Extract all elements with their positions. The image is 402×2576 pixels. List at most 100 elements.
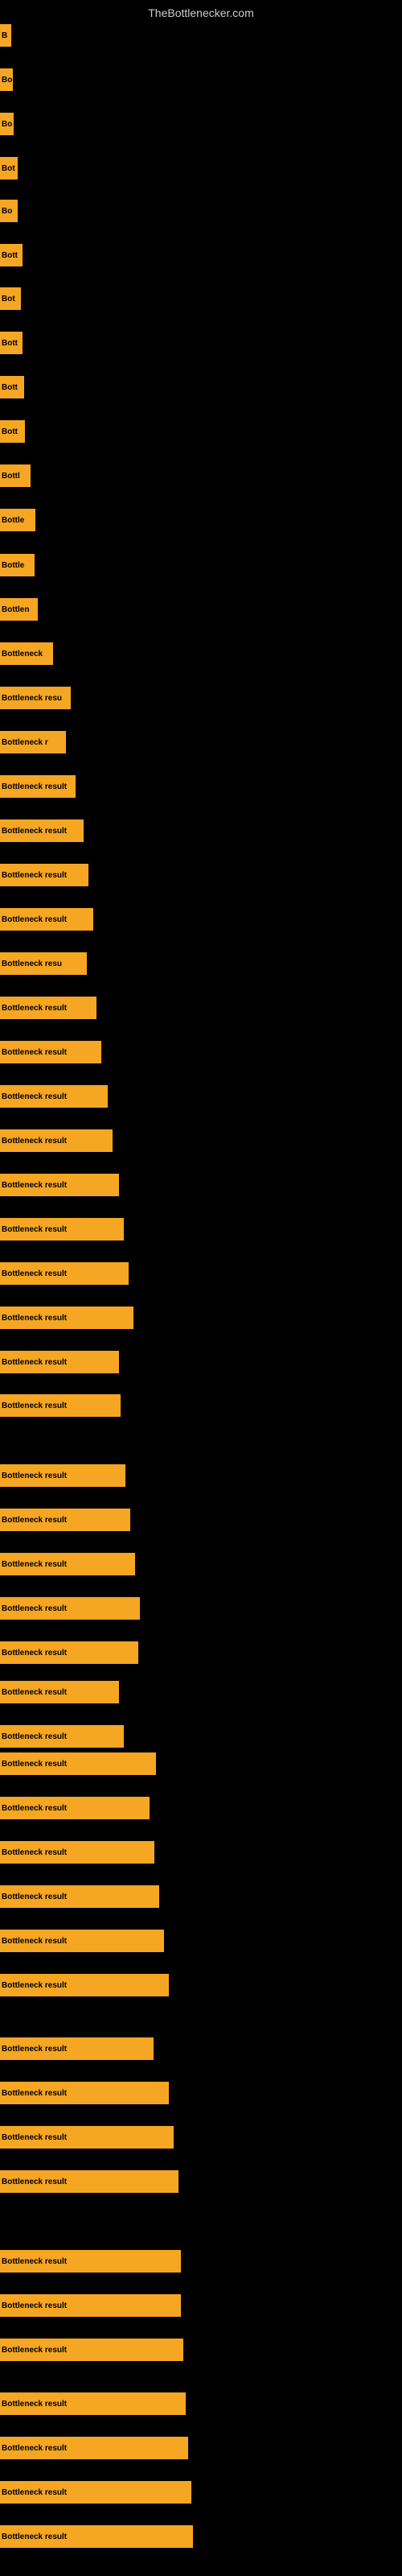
bar-item: Bottleneck result [0, 1509, 130, 1531]
bar-label: Bottleneck result [2, 2301, 67, 2310]
bar-item: Bott [0, 420, 25, 443]
bar-label: Bottleneck result [2, 1004, 67, 1013]
bar-label: Bo [2, 120, 12, 129]
bar-item: Bottleneck result [0, 1394, 121, 1417]
bar-item: Bottl [0, 464, 31, 487]
bar-item: Bottle [0, 554, 35, 576]
bar-label: Bottleneck result [2, 2089, 67, 2098]
bar-item: Bottleneck result [0, 1464, 125, 1487]
bar-item: Bot [0, 287, 21, 310]
bar-item: Bottleneck result [0, 1041, 101, 1063]
bar-label: Bottleneck result [2, 1649, 67, 1657]
bar-label: Bottleneck result [2, 2444, 67, 2453]
bar-label: Bottleneck [2, 650, 43, 658]
bar-item: Bottleneck result [0, 775, 76, 798]
bar-item: Bo [0, 68, 13, 91]
bar-item: Bott [0, 376, 24, 398]
bar-item: Bottleneck result [0, 1085, 108, 1108]
bar-label: Bott [2, 427, 18, 436]
bar-item: Bottleneck result [0, 1641, 138, 1664]
bar-label: Bottleneck result [2, 1893, 67, 1901]
bar-label: Bottleneck result [2, 1848, 67, 1857]
bar-item: Bott [0, 244, 23, 266]
bar-label: Bottleneck result [2, 1516, 67, 1525]
bar-label: Bottleneck resu [2, 960, 62, 968]
bar-item: Bott [0, 332, 23, 354]
bar-label: Bottleneck result [2, 915, 67, 924]
bar-label: Bottleneck result [2, 2488, 67, 2497]
bar-label: Bottleneck result [2, 782, 67, 791]
bar-item: Bottleneck result [0, 1597, 140, 1620]
bar-label: Bottleneck result [2, 1472, 67, 1480]
bar-item: Bottleneck result [0, 1262, 129, 1285]
bar-item: Bottleneck result [0, 1725, 124, 1748]
bar-item: Bottleneck result [0, 908, 93, 931]
bar-item: Bottleneck resu [0, 687, 71, 709]
bar-item: Bottleneck result [0, 2037, 154, 2060]
bar-item: Bottleneck result [0, 2126, 174, 2149]
bar-label: Bottleneck result [2, 2178, 67, 2186]
bar-label: Bottleneck result [2, 827, 67, 836]
bar-label: Bottleneck result [2, 1560, 67, 1569]
bar-label: B [2, 31, 7, 40]
bar-label: Bottl [2, 472, 20, 481]
bar-label: Bottleneck result [2, 1402, 67, 1410]
bar-label: Bott [2, 383, 18, 392]
bar-item: Bottleneck result [0, 1930, 164, 1952]
bar-item: Bottleneck result [0, 1553, 135, 1575]
bar-label: Bottleneck result [2, 1137, 67, 1146]
bar-label: Bottleneck result [2, 1225, 67, 1234]
bar-item: Bottleneck result [0, 2392, 186, 2415]
bar-item: Bottleneck r [0, 731, 66, 753]
bar-item: Bottleneck result [0, 1129, 113, 1152]
bar-label: Bottleneck result [2, 1732, 67, 1741]
bar-item: Bottleneck result [0, 2250, 181, 2273]
bar-item: Bottleneck result [0, 1351, 119, 1373]
bar-label: Bo [2, 207, 12, 216]
bar-label: Bott [2, 251, 18, 260]
bar-item: Bottlen [0, 598, 38, 621]
bar-label: Bottle [2, 561, 24, 570]
bar-label: Bottleneck result [2, 1937, 67, 1946]
bar-label: Bottleneck result [2, 1688, 67, 1697]
bar-item: Bottleneck result [0, 1307, 133, 1329]
bar-item: Bottleneck result [0, 2170, 178, 2193]
bar-label: Bottleneck result [2, 1269, 67, 1278]
bar-label: Bottleneck result [2, 2400, 67, 2409]
bar-label: Bottleneck result [2, 2533, 67, 2541]
bar-item: Bottleneck result [0, 2339, 183, 2361]
bar-item: Bottleneck result [0, 997, 96, 1019]
bar-label: Bottleneck result [2, 871, 67, 880]
bar-item: Bottleneck result [0, 1681, 119, 1703]
bar-item: Bottleneck result [0, 2437, 188, 2459]
bar-label: Bottleneck result [2, 2257, 67, 2266]
bar-item: Bottle [0, 509, 35, 531]
bar-label: Bo [2, 76, 12, 85]
bar-label: Bottle [2, 516, 24, 525]
bar-label: Bottleneck result [2, 1092, 67, 1101]
bar-item: Bot [0, 157, 18, 180]
bar-item: Bottleneck result [0, 864, 88, 886]
bar-label: Bottleneck result [2, 1604, 67, 1613]
site-title: TheBottlenecker.com [0, 0, 402, 26]
bar-item: Bottleneck result [0, 819, 84, 842]
bar-label: Bottleneck result [2, 1181, 67, 1190]
bar-label: Bottleneck result [2, 1760, 67, 1769]
bar-item: Bottleneck result [0, 2481, 191, 2504]
bar-label: Bottleneck r [2, 738, 48, 747]
bar-label: Bottleneck result [2, 2346, 67, 2355]
bar-item: Bottleneck result [0, 2082, 169, 2104]
bar-item: Bottleneck result [0, 1752, 156, 1775]
bar-label: Bottleneck result [2, 1358, 67, 1367]
bar-label: Bottleneck result [2, 1804, 67, 1813]
bar-item: Bottleneck result [0, 1885, 159, 1908]
bar-item: Bottleneck result [0, 1797, 150, 1819]
bar-item: B [0, 24, 11, 47]
bar-item: Bottleneck result [0, 2525, 193, 2548]
bar-item: Bottleneck result [0, 1974, 169, 1996]
bar-item: Bottleneck result [0, 1841, 154, 1864]
bar-item: Bottleneck resu [0, 952, 87, 975]
bar-label: Bott [2, 339, 18, 348]
bar-label: Bottleneck result [2, 2133, 67, 2142]
bar-item: Bottleneck result [0, 1174, 119, 1196]
